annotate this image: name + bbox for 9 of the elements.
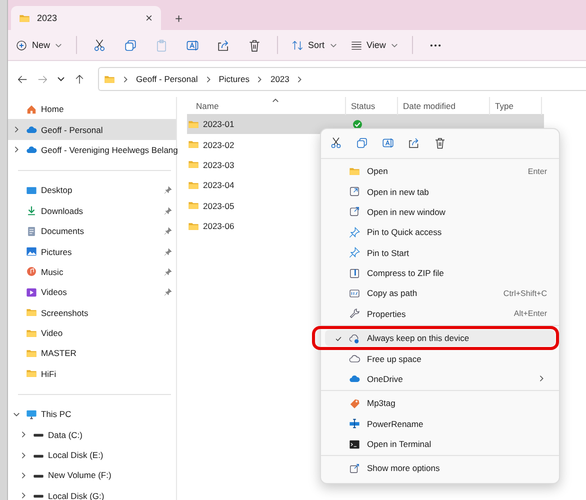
file-name: 2023-03	[203, 160, 234, 170]
file-name: 2023-04	[203, 180, 234, 190]
file-name: 2023-05	[203, 200, 234, 211]
file-name: 2023-02	[203, 140, 234, 150]
file-name: 2023-06	[203, 221, 234, 232]
shortcut-text: Ctrl+Shift+C	[503, 288, 547, 298]
shortcut-text: Alt+Enter	[514, 309, 547, 318]
file-name: 2023-01	[203, 119, 234, 130]
shortcut-text: Enter	[528, 166, 547, 176]
